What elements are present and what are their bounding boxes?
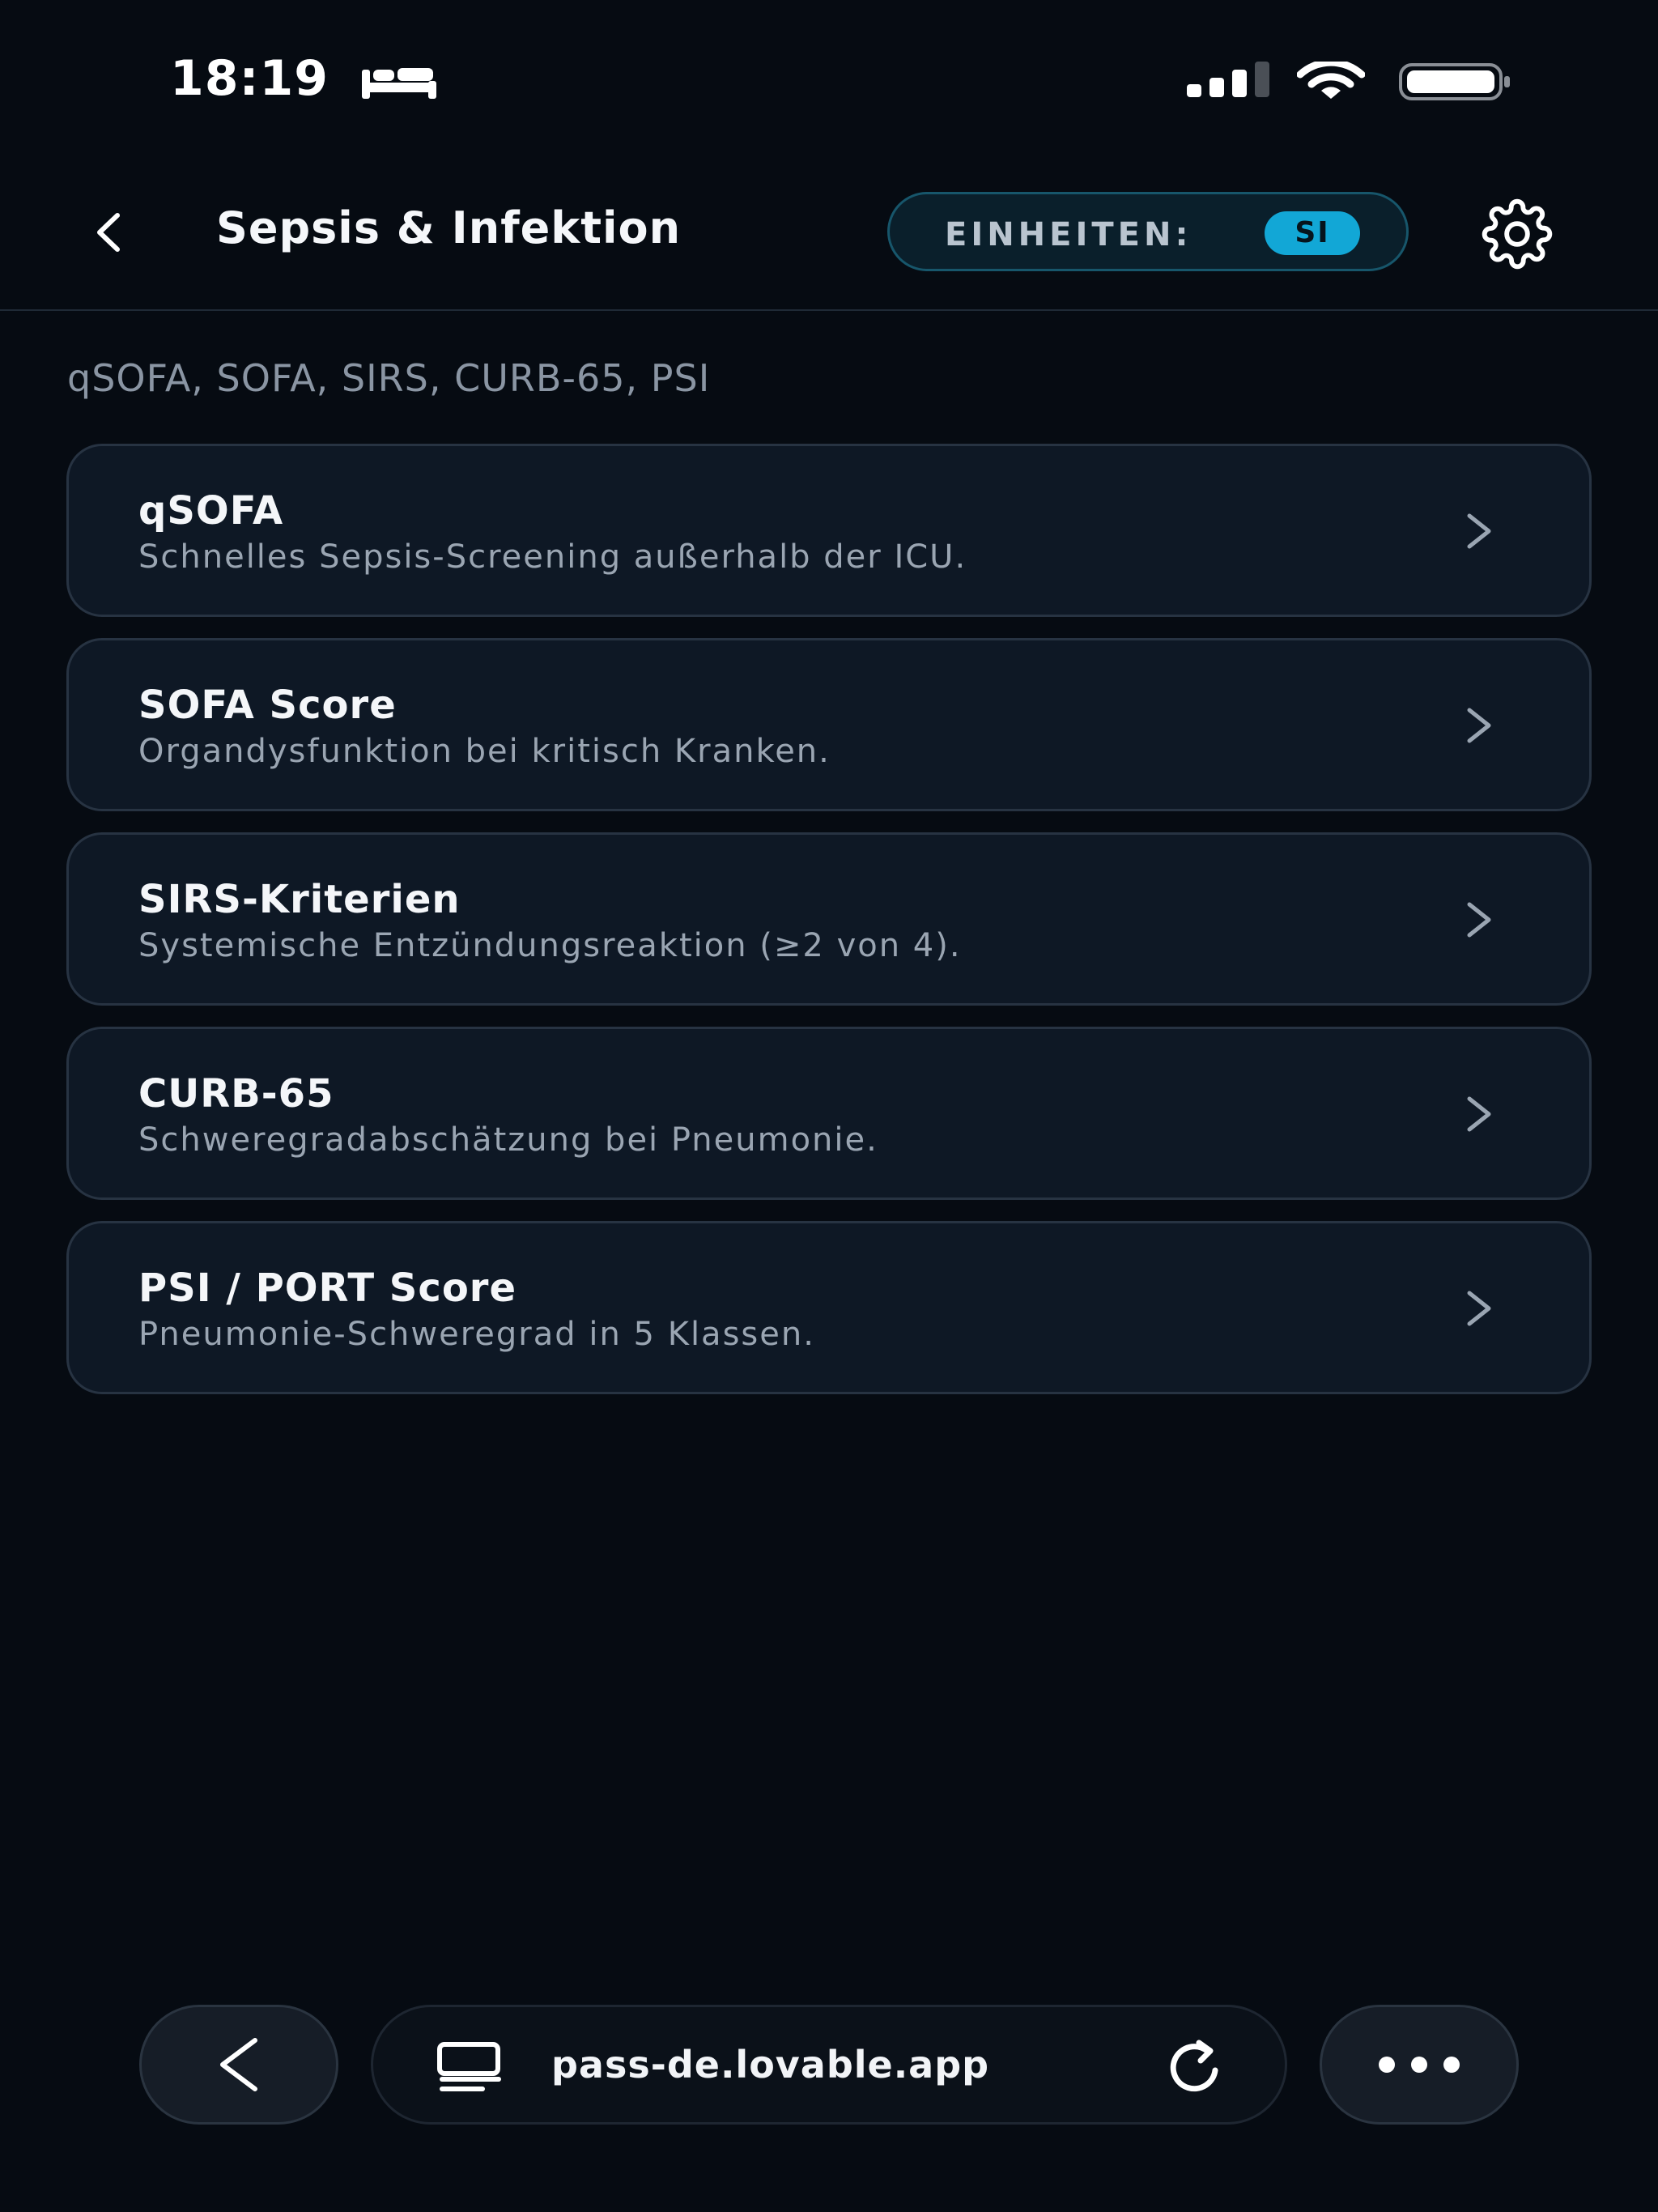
card-psi-port-score[interactable]: PSI / PORT Score Pneumonie-Schweregrad i…	[66, 1221, 1592, 1394]
card-description: Organdysfunktion bei kritisch Kranken.	[138, 733, 831, 770]
card-description: Schweregradabschätzung bei Pneumonie.	[138, 1121, 878, 1159]
card-sofa-score[interactable]: SOFA Score Organdysfunktion bei kritisch…	[66, 638, 1592, 811]
battery-icon	[1399, 63, 1510, 100]
wifi-icon	[1297, 62, 1365, 99]
browser-back-button[interactable]	[139, 2005, 338, 2125]
units-label: EINHEITEN:	[945, 216, 1192, 253]
chevron-right-icon	[1467, 1096, 1491, 1132]
bed-icon	[362, 68, 436, 99]
signal-icon	[1187, 62, 1269, 97]
card-curb-65[interactable]: CURB-65 Schweregradabschätzung bei Pneum…	[66, 1027, 1592, 1200]
card-title: PSI / PORT Score	[138, 1266, 517, 1311]
card-description: Systemische Entzündungsreaktion (≥2 von …	[138, 927, 962, 964]
chevron-right-icon	[1467, 513, 1491, 549]
url-text: pass-de.lovable.app	[551, 2043, 990, 2087]
card-description: Pneumonie-Schweregrad in 5 Klassen.	[138, 1316, 815, 1353]
chevron-right-icon	[1467, 1291, 1491, 1326]
more-button[interactable]	[1320, 2005, 1519, 2125]
card-title: CURB-65	[138, 1071, 334, 1117]
chevron-left-icon	[220, 2038, 257, 2091]
chevron-right-icon	[1467, 708, 1491, 743]
section-subtitle: qSOFA, SOFA, SIRS, CURB-65, PSI	[67, 356, 711, 400]
card-description: Schnelles Sepsis-Screening außerhalb der…	[138, 538, 967, 576]
settings-button[interactable]	[1478, 198, 1556, 270]
chevron-left-icon	[97, 213, 120, 252]
gear-icon	[1482, 198, 1553, 270]
units-toggle[interactable]: EINHEITEN: SI	[887, 192, 1409, 271]
card-sirs-kriterien[interactable]: SIRS-Kriterien Systemische Entzündungsre…	[66, 832, 1592, 1006]
header: Sepsis & Infektion EINHEITEN: SI	[0, 162, 1658, 311]
chevron-right-icon	[1467, 902, 1491, 938]
card-title: qSOFA	[138, 488, 284, 534]
page-title: Sepsis & Infektion	[216, 202, 682, 253]
card-qsofa[interactable]: qSOFA Schnelles Sepsis-Screening außerha…	[66, 444, 1592, 617]
status-bar: 18:19	[0, 0, 1658, 162]
card-title: SIRS-Kriterien	[138, 877, 461, 922]
card-title: SOFA Score	[138, 683, 397, 728]
back-button[interactable]	[81, 204, 138, 261]
units-badge: SI	[1265, 211, 1360, 255]
url-bar[interactable]: pass-de.lovable.app	[371, 2005, 1287, 2125]
tab-icon	[437, 2042, 501, 2091]
reload-icon[interactable]	[1163, 2040, 1228, 2095]
status-time: 18:19	[170, 50, 329, 107]
more-icon	[1379, 2057, 1460, 2073]
calculator-list: qSOFA Schnelles Sepsis-Screening außerha…	[66, 444, 1592, 1415]
